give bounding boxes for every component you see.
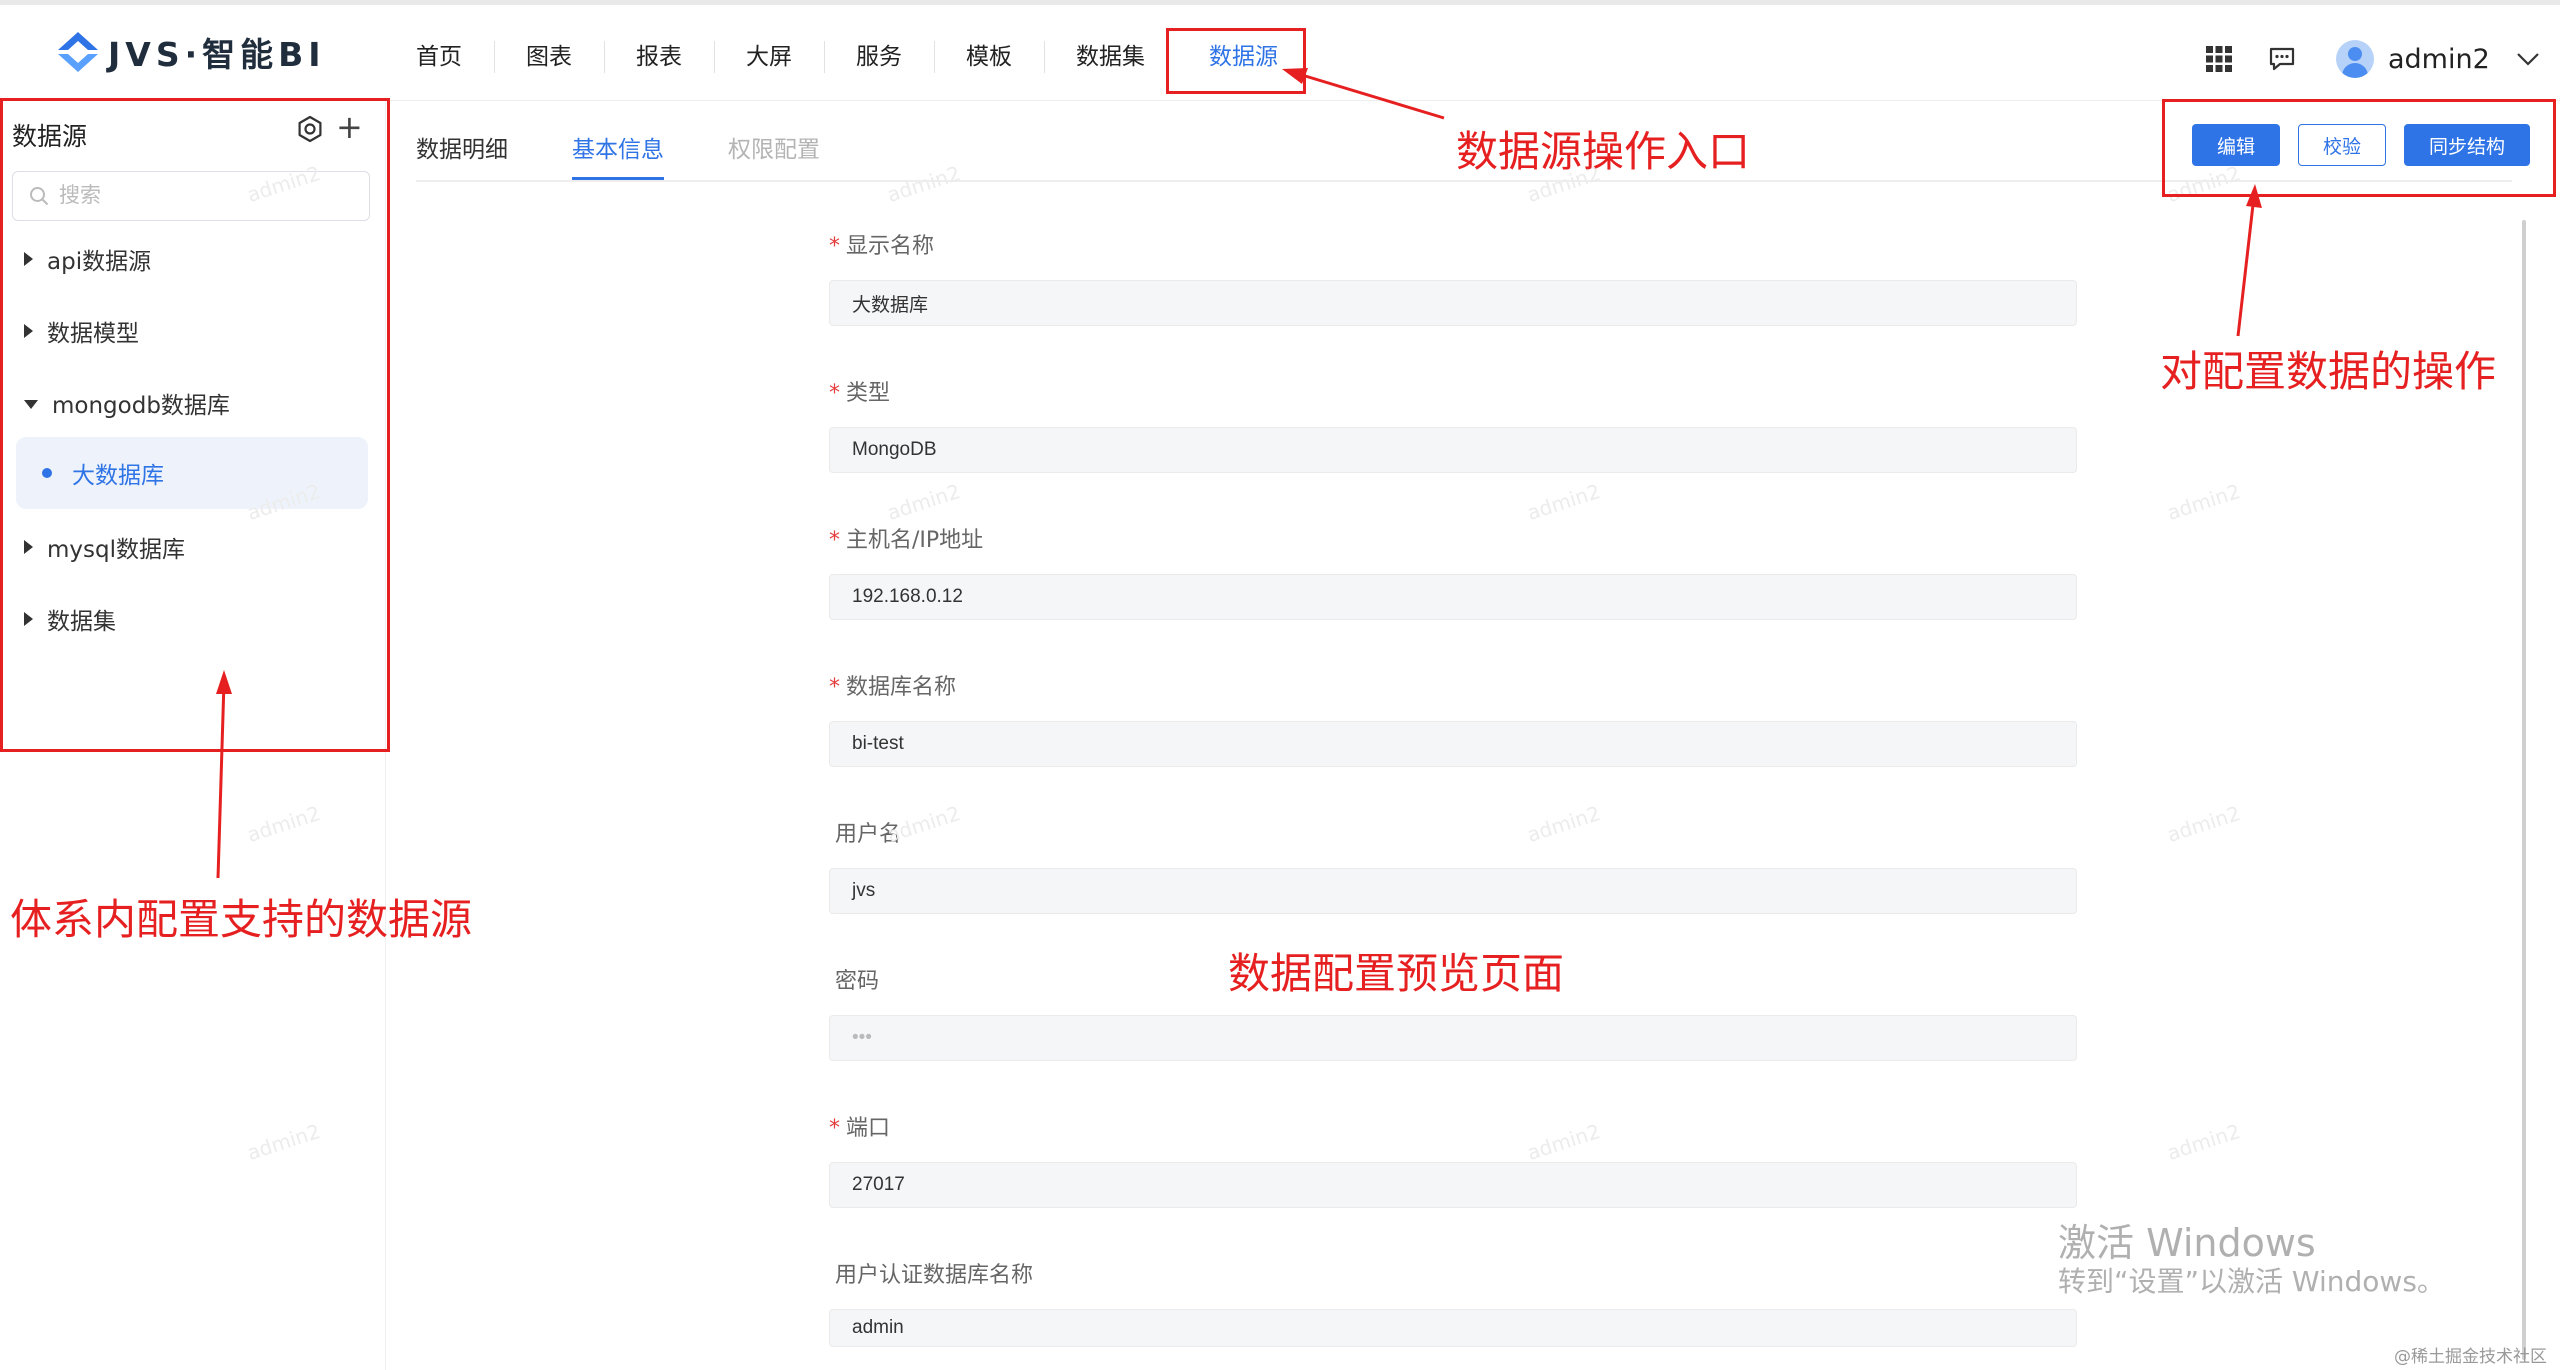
annotation-datasource-entry: 数据源操作入口 — [1456, 127, 1751, 176]
annotation-supported-sources: 体系内配置支持的数据源 — [10, 895, 473, 944]
source-credit: @稀土掘金技术社区 — [2394, 1347, 2547, 1367]
annotation-arrows — [216, 68, 2262, 879]
windows-activation-hint: 转到“设置”以激活 Windows。 — [2058, 1265, 2445, 1298]
annotation-preview-page: 数据配置预览页面 — [1228, 949, 1565, 998]
windows-activation-title: 激活 Windows — [2058, 1221, 2316, 1265]
annotation-config-ops: 对配置数据的操作 — [2160, 347, 2497, 396]
screen: JVS·智能BI 首页 图表 报表 大屏 服务 模板 数据集 数据源 admin… — [0, 0, 2560, 1370]
